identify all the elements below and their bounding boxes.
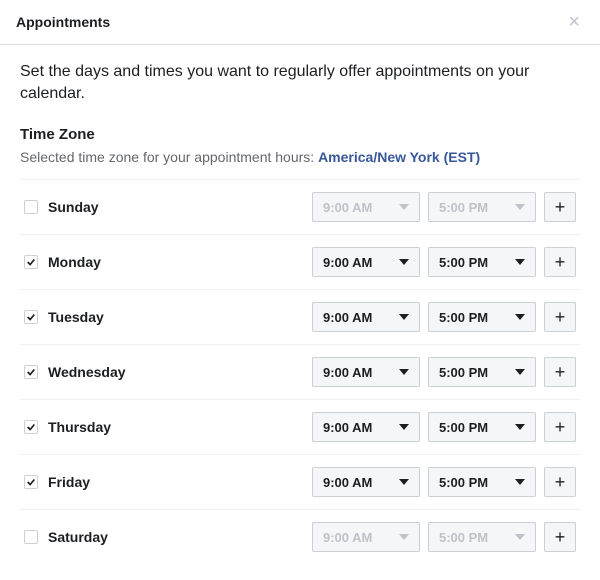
end-time-select[interactable]: 5:00 PM [428, 357, 536, 387]
day-checkbox[interactable] [24, 530, 38, 544]
day-label: Monday [48, 254, 312, 270]
start-time-value: 9:00 AM [323, 475, 372, 490]
days-list: Sunday 9:00 AM 5:00 PM + Monday 9:00 AM 5:00 P… [20, 179, 580, 564]
end-time-select[interactable]: 5:00 PM [428, 192, 536, 222]
caret-down-icon [399, 369, 409, 375]
add-slot-button[interactable]: + [544, 357, 576, 387]
end-time-select[interactable]: 5:00 PM [428, 522, 536, 552]
caret-down-icon [399, 259, 409, 265]
day-label: Tuesday [48, 309, 312, 325]
day-controls: 9:00 AM 5:00 PM + [312, 247, 576, 277]
day-row: Tuesday 9:00 AM 5:00 PM + [20, 289, 580, 344]
end-time-value: 5:00 PM [439, 310, 488, 325]
day-controls: 9:00 AM 5:00 PM + [312, 467, 576, 497]
day-controls: 9:00 AM 5:00 PM + [312, 522, 576, 552]
add-slot-button[interactable]: + [544, 412, 576, 442]
plus-icon: + [555, 418, 566, 436]
start-time-select[interactable]: 9:00 AM [312, 192, 420, 222]
start-time-value: 9:00 AM [323, 255, 372, 270]
caret-down-icon [515, 534, 525, 540]
day-controls: 9:00 AM 5:00 PM + [312, 412, 576, 442]
start-time-value: 9:00 AM [323, 530, 372, 545]
caret-down-icon [515, 479, 525, 485]
caret-down-icon [399, 534, 409, 540]
end-time-select[interactable]: 5:00 PM [428, 302, 536, 332]
start-time-value: 9:00 AM [323, 310, 372, 325]
timezone-line: Selected time zone for your appointment … [20, 149, 580, 165]
timezone-prefix: Selected time zone for your appointment … [20, 149, 318, 165]
plus-icon: + [555, 253, 566, 271]
plus-icon: + [555, 473, 566, 491]
caret-down-icon [399, 479, 409, 485]
start-time-select[interactable]: 9:00 AM [312, 412, 420, 442]
day-row: Thursday 9:00 AM 5:00 PM + [20, 399, 580, 454]
day-checkbox[interactable] [24, 420, 38, 434]
day-controls: 9:00 AM 5:00 PM + [312, 357, 576, 387]
end-time-select[interactable]: 5:00 PM [428, 412, 536, 442]
day-row: Wednesday 9:00 AM 5:00 PM + [20, 344, 580, 399]
dialog-header: Appointments × [0, 0, 600, 45]
day-checkbox[interactable] [24, 310, 38, 324]
day-row: Sunday 9:00 AM 5:00 PM + [20, 179, 580, 234]
plus-icon: + [555, 363, 566, 381]
start-time-value: 9:00 AM [323, 420, 372, 435]
day-label: Saturday [48, 529, 312, 545]
add-slot-button[interactable]: + [544, 522, 576, 552]
timezone-section: Time Zone Selected time zone for your ap… [20, 126, 580, 165]
caret-down-icon [515, 369, 525, 375]
end-time-value: 5:00 PM [439, 200, 488, 215]
plus-icon: + [555, 198, 566, 216]
day-label: Sunday [48, 199, 312, 215]
day-label: Friday [48, 474, 312, 490]
caret-down-icon [399, 204, 409, 210]
start-time-select[interactable]: 9:00 AM [312, 302, 420, 332]
day-checkbox[interactable] [24, 475, 38, 489]
add-slot-button[interactable]: + [544, 302, 576, 332]
start-time-value: 9:00 AM [323, 200, 372, 215]
end-time-value: 5:00 PM [439, 530, 488, 545]
add-slot-button[interactable]: + [544, 192, 576, 222]
plus-icon: + [555, 528, 566, 546]
day-row: Friday 9:00 AM 5:00 PM + [20, 454, 580, 509]
end-time-select[interactable]: 5:00 PM [428, 247, 536, 277]
day-label: Wednesday [48, 364, 312, 380]
add-slot-button[interactable]: + [544, 247, 576, 277]
add-slot-button[interactable]: + [544, 467, 576, 497]
day-row: Saturday 9:00 AM 5:00 PM + [20, 509, 580, 564]
end-time-value: 5:00 PM [439, 475, 488, 490]
start-time-select[interactable]: 9:00 AM [312, 467, 420, 497]
day-controls: 9:00 AM 5:00 PM + [312, 302, 576, 332]
close-icon: × [568, 11, 580, 33]
close-button[interactable]: × [564, 12, 584, 32]
day-checkbox[interactable] [24, 200, 38, 214]
plus-icon: + [555, 308, 566, 326]
caret-down-icon [515, 259, 525, 265]
day-checkbox[interactable] [24, 255, 38, 269]
description-text: Set the days and times you want to regul… [20, 61, 580, 104]
dialog-title: Appointments [16, 14, 110, 30]
day-checkbox[interactable] [24, 365, 38, 379]
caret-down-icon [515, 314, 525, 320]
start-time-select[interactable]: 9:00 AM [312, 522, 420, 552]
day-controls: 9:00 AM 5:00 PM + [312, 192, 576, 222]
caret-down-icon [399, 314, 409, 320]
caret-down-icon [515, 424, 525, 430]
caret-down-icon [399, 424, 409, 430]
end-time-select[interactable]: 5:00 PM [428, 467, 536, 497]
start-time-select[interactable]: 9:00 AM [312, 357, 420, 387]
end-time-value: 5:00 PM [439, 365, 488, 380]
start-time-select[interactable]: 9:00 AM [312, 247, 420, 277]
day-row: Monday 9:00 AM 5:00 PM + [20, 234, 580, 289]
day-label: Thursday [48, 419, 312, 435]
timezone-link[interactable]: America/New York (EST) [318, 149, 480, 165]
timezone-title: Time Zone [20, 126, 580, 143]
start-time-value: 9:00 AM [323, 365, 372, 380]
end-time-value: 5:00 PM [439, 420, 488, 435]
caret-down-icon [515, 204, 525, 210]
dialog-content: Set the days and times you want to regul… [0, 45, 600, 580]
end-time-value: 5:00 PM [439, 255, 488, 270]
